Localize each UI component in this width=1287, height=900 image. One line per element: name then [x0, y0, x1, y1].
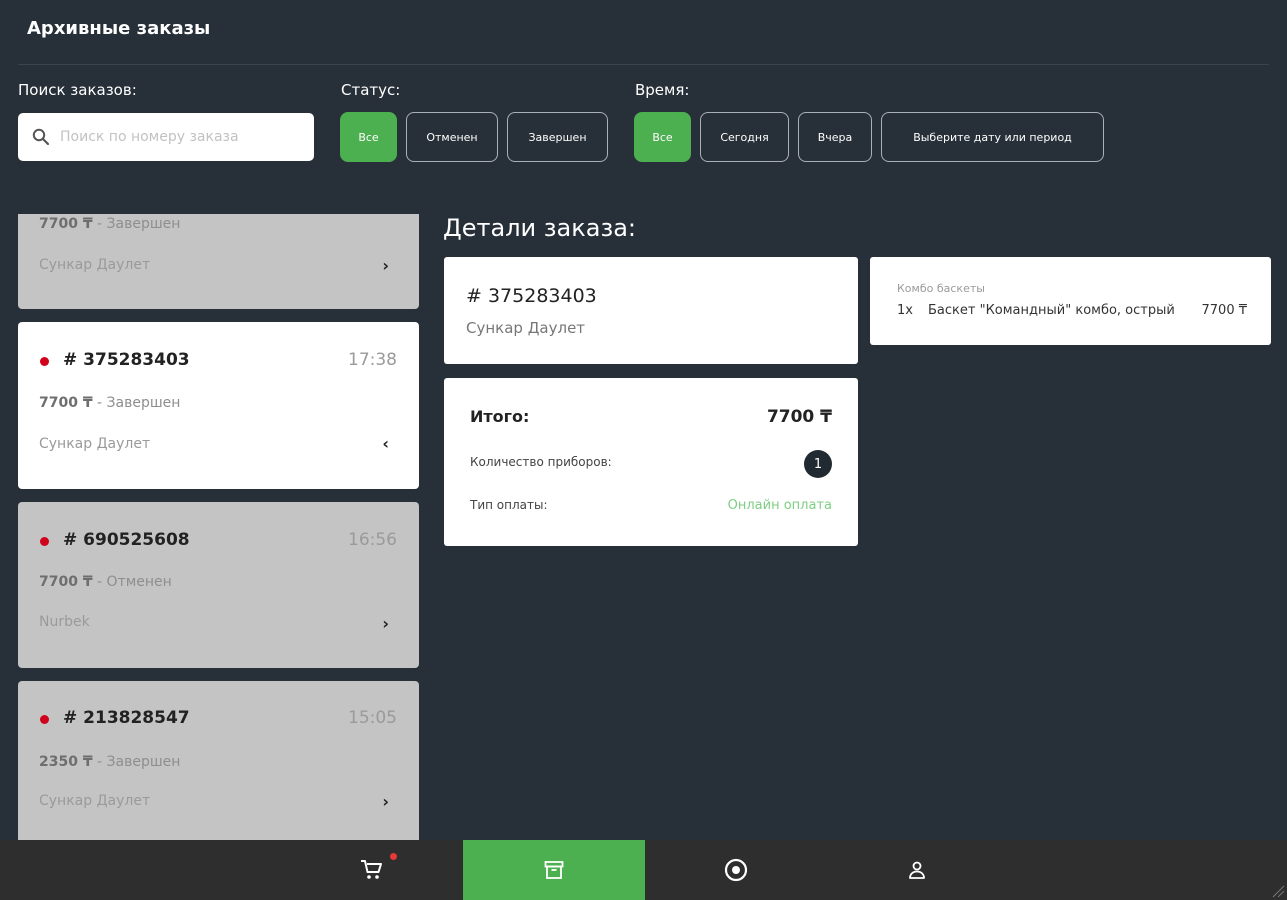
details-customer: Сункар Даулет — [466, 319, 586, 337]
order-customer: Сункар Даулет — [39, 793, 151, 809]
cart-badge — [390, 853, 397, 860]
details-items-panel: Комбо баскеты 1x Баскет "Командный" комб… — [870, 257, 1271, 345]
order-price-status: 7700 ₸ - Завершен — [39, 395, 181, 411]
chevron-left-icon: ‹ — [382, 434, 389, 453]
time-all-button[interactable]: Все — [634, 112, 691, 162]
details-summary-panel: Итого: 7700 ₸ Количество приборов: 1 Тип… — [444, 378, 858, 546]
status-label: Статус: — [341, 81, 401, 99]
archive-icon — [544, 861, 564, 879]
details-title: Детали заказа: — [443, 214, 636, 242]
order-card[interactable]: # 375283403 17:38 7700 ₸ - Завершен Сунк… — [18, 322, 419, 489]
order-number: # 375283403 — [63, 350, 190, 370]
search-box[interactable] — [18, 113, 314, 161]
time-yesterday-button[interactable]: Вчера — [798, 112, 872, 162]
order-number: # 690525608 — [63, 530, 190, 550]
search-icon — [32, 128, 50, 146]
total-value: 7700 ₸ — [766, 407, 832, 427]
order-customer: Nurbek — [39, 614, 90, 630]
chevron-right-icon: › — [382, 792, 389, 811]
page-title: Архивные заказы — [27, 18, 211, 39]
status-cancelled-button[interactable]: Отменен — [406, 112, 498, 162]
order-time: 17:38 — [348, 350, 397, 370]
total-label: Итого: — [470, 407, 530, 426]
search-label: Поиск заказов: — [18, 81, 137, 99]
order-time: 15:05 — [348, 708, 397, 728]
order-price-status: 7700 ₸ - Отменен — [39, 574, 172, 590]
nav-profile[interactable] — [827, 840, 1007, 900]
order-customer: Сункар Даулет — [39, 436, 151, 452]
order-time: 16:56 — [348, 530, 397, 550]
cutlery-count-badge: 1 — [804, 450, 832, 478]
order-price-status: 2350 ₸ - Завершен — [39, 754, 181, 770]
nav-archive[interactable] — [463, 840, 645, 900]
header-divider — [18, 64, 1269, 65]
status-dot — [40, 357, 49, 366]
time-period-button[interactable]: Выберите дату или период — [881, 112, 1104, 162]
cutlery-label: Количество приборов: — [470, 455, 612, 469]
cart-icon — [361, 860, 382, 879]
chevron-right-icon: › — [382, 614, 389, 633]
payment-label: Тип оплаты: — [470, 498, 548, 512]
details-order-number: # 375283403 — [466, 285, 597, 307]
item-price: 7700 ₸ — [1201, 303, 1248, 318]
chevron-right-icon: › — [382, 256, 389, 275]
payment-value: Онлайн оплата — [727, 498, 832, 513]
status-dot — [40, 715, 49, 724]
resize-handle-icon[interactable] — [1269, 882, 1285, 898]
nav-target[interactable] — [645, 840, 827, 900]
time-today-button[interactable]: Сегодня — [700, 112, 789, 162]
item-name: Баскет "Командный" комбо, острый — [928, 303, 1175, 318]
order-card[interactable]: 7700 ₸ - Завершен Сункар Даулет › — [18, 214, 419, 309]
status-dot — [40, 537, 49, 546]
order-customer: Сункар Даулет — [39, 257, 151, 273]
order-number: # 213828547 — [63, 708, 190, 728]
order-card[interactable]: # 690525608 16:56 7700 ₸ - Отменен Nurbe… — [18, 502, 419, 668]
items-category: Комбо баскеты — [897, 282, 985, 295]
status-completed-button[interactable]: Завершен — [507, 112, 608, 162]
search-input[interactable] — [58, 128, 292, 146]
nav-cart[interactable] — [282, 840, 462, 900]
user-icon — [909, 861, 925, 879]
bottom-nav — [0, 840, 1287, 900]
time-label: Время: — [635, 81, 690, 99]
item-qty: 1x — [897, 303, 913, 318]
order-price-status: 7700 ₸ - Завершен — [39, 216, 181, 232]
order-card[interactable]: # 213828547 15:05 2350 ₸ - Завершен Сунк… — [18, 681, 419, 840]
target-icon — [724, 858, 748, 882]
status-all-button[interactable]: Все — [340, 112, 397, 162]
details-order-panel: # 375283403 Сункар Даулет — [444, 257, 858, 364]
